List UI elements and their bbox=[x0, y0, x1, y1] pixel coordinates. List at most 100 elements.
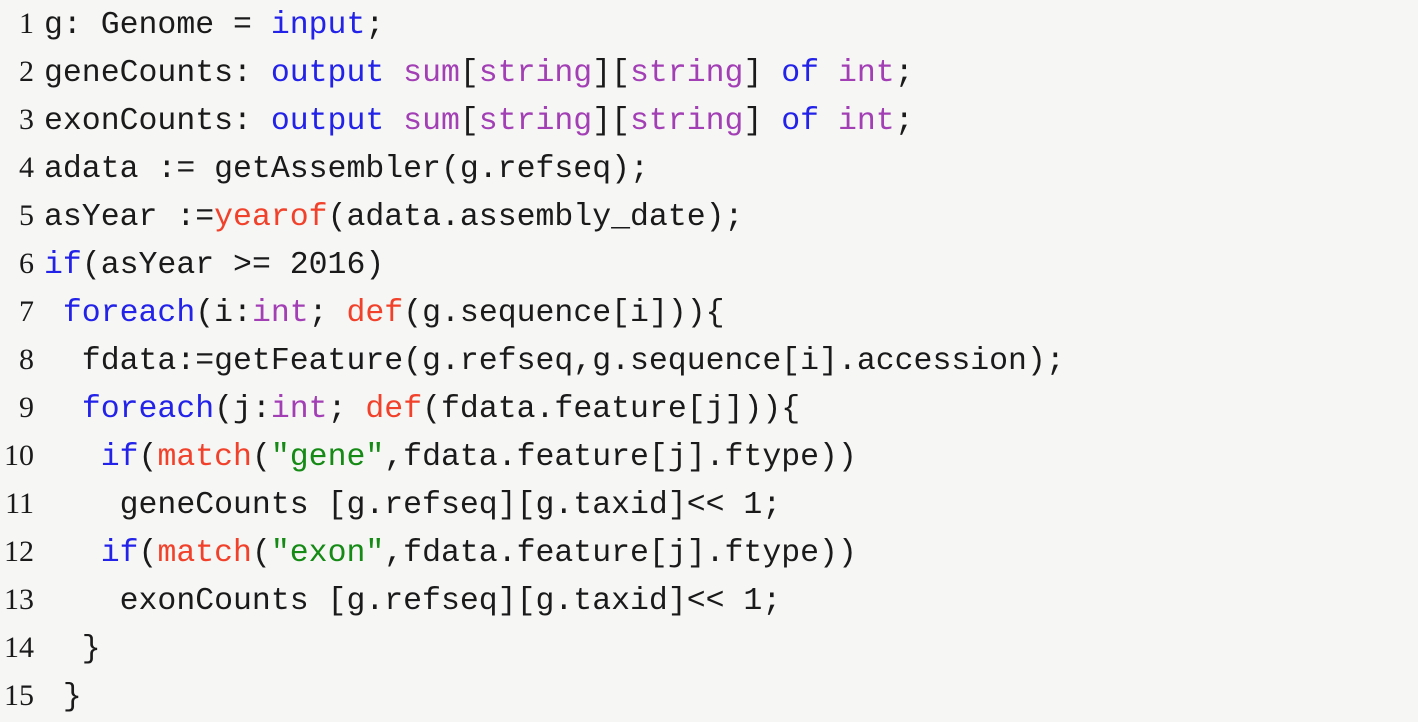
token-plain: (i: bbox=[195, 296, 252, 331]
code-line[interactable]: 10 if(match("gene",fdata.feature[j].ftyp… bbox=[0, 432, 1418, 480]
token-builtin: def bbox=[346, 296, 404, 331]
line-number: 3 bbox=[19, 103, 34, 136]
token-plain: } bbox=[44, 680, 82, 715]
line-number: 12 bbox=[4, 535, 34, 568]
code-line[interactable]: 12 if(match("exon",fdata.feature[j].ftyp… bbox=[0, 528, 1418, 576]
line-number: 6 bbox=[19, 247, 34, 280]
token-type: sum bbox=[403, 104, 460, 139]
token-keyword: output bbox=[270, 56, 385, 91]
line-number: 15 bbox=[4, 679, 34, 712]
token-builtin: def bbox=[365, 392, 423, 427]
token-plain: ] bbox=[592, 56, 612, 91]
token-plain: asYear := bbox=[44, 200, 215, 235]
token-type: string bbox=[630, 104, 744, 139]
token-keyword: input bbox=[270, 8, 366, 43]
line-number: 4 bbox=[19, 151, 34, 184]
line-code[interactable]: geneCounts [g.refseq][g.taxid]<< 1; bbox=[34, 482, 1418, 530]
token-plain: ,fdata.feature[j].ftype)) bbox=[384, 440, 857, 475]
token-plain: ( bbox=[251, 440, 271, 475]
code-listing: 1 g: Genome = input; 2 geneCounts: output s… bbox=[0, 0, 1418, 716]
token-plain: ] bbox=[592, 104, 612, 139]
line-number: 8 bbox=[19, 343, 34, 376]
token-plain: ( bbox=[138, 536, 158, 571]
token-keyword: if bbox=[100, 536, 139, 571]
code-line[interactable]: 15 } bbox=[0, 672, 1418, 720]
line-number: 2 bbox=[19, 55, 34, 88]
code-line[interactable]: 13 exonCounts [g.refseq][g.taxid]<< 1; bbox=[0, 576, 1418, 624]
token-plain: [ bbox=[459, 56, 479, 91]
token-plain: (j: bbox=[214, 392, 271, 427]
token-plain: (adata.assembly_date); bbox=[327, 200, 744, 235]
line-code[interactable]: } bbox=[34, 626, 1418, 674]
line-code[interactable]: if(match("exon",fdata.feature[j].ftype)) bbox=[34, 530, 1418, 578]
line-number: 11 bbox=[5, 487, 34, 520]
token-plain: ; bbox=[894, 56, 914, 91]
code-line[interactable]: 7 foreach(i:int; def(g.sequence[i])){ bbox=[0, 288, 1418, 336]
token-plain: [ bbox=[611, 104, 631, 139]
code-line[interactable]: 2 geneCounts: output sum[string][string] … bbox=[0, 48, 1418, 96]
line-code[interactable]: geneCounts: output sum[string][string] o… bbox=[34, 50, 1418, 98]
token-builtin: match bbox=[157, 536, 252, 571]
line-number: 9 bbox=[19, 391, 34, 424]
token-type: string bbox=[478, 104, 593, 139]
line-number: 14 bbox=[4, 631, 34, 664]
code-line[interactable]: 5 asYear :=yearof(adata.assembly_date); bbox=[0, 192, 1418, 240]
token-keyword: if bbox=[100, 440, 139, 475]
line-code[interactable]: foreach(i:int; def(g.sequence[i])){ bbox=[34, 290, 1418, 338]
token-keyword: of bbox=[781, 56, 820, 91]
token-type: int bbox=[251, 296, 309, 331]
token-plain: g: Genome = bbox=[44, 8, 271, 43]
token-plain: [ bbox=[459, 104, 479, 139]
line-code[interactable]: foreach(j:int; def(fdata.feature[j])){ bbox=[34, 386, 1418, 434]
token-type: int bbox=[270, 392, 328, 427]
line-code[interactable]: adata := getAssembler(g.refseq); bbox=[34, 146, 1418, 194]
line-code[interactable]: exonCounts: output sum[string][string] o… bbox=[34, 98, 1418, 146]
code-line[interactable]: 3 exonCounts: output sum[string][string] … bbox=[0, 96, 1418, 144]
token-plain: geneCounts: bbox=[44, 56, 271, 91]
code-line[interactable]: 11 geneCounts [g.refseq][g.taxid]<< 1; bbox=[0, 480, 1418, 528]
token-keyword: foreach bbox=[81, 392, 215, 427]
line-code[interactable]: asYear :=yearof(adata.assembly_date); bbox=[34, 194, 1418, 242]
code-line[interactable]: 6 if(asYear >= 2016) bbox=[0, 240, 1418, 288]
line-number: 7 bbox=[19, 295, 34, 328]
line-code[interactable]: if(asYear >= 2016) bbox=[34, 242, 1418, 290]
line-code[interactable]: g: Genome = input; bbox=[34, 2, 1418, 50]
token-plain: ,fdata.feature[j].ftype)) bbox=[384, 536, 857, 571]
line-number: 1 bbox=[19, 7, 34, 40]
token-type: string bbox=[630, 56, 744, 91]
code-line[interactable]: 4 adata := getAssembler(g.refseq); bbox=[0, 144, 1418, 192]
token-plain: ; bbox=[308, 296, 347, 331]
code-line[interactable]: 1 g: Genome = input; bbox=[0, 0, 1418, 48]
line-code[interactable]: exonCounts [g.refseq][g.taxid]<< 1; bbox=[34, 578, 1418, 626]
line-number: 5 bbox=[19, 199, 34, 232]
token-plain: ; bbox=[327, 392, 366, 427]
code-line[interactable]: 14 } bbox=[0, 624, 1418, 672]
token-builtin: yearof bbox=[214, 200, 328, 235]
token-plain: ] bbox=[743, 56, 763, 91]
token-plain: (fdata.feature[j])){ bbox=[422, 392, 801, 427]
code-line[interactable]: 8 fdata:=getFeature(g.refseq,g.sequence[… bbox=[0, 336, 1418, 384]
token-builtin: match bbox=[157, 440, 252, 475]
token-plain: fdata:=getFeature(g.refseq,g.sequence[i]… bbox=[44, 344, 1065, 379]
token-string: "gene" bbox=[270, 440, 385, 475]
line-code[interactable]: } bbox=[34, 674, 1418, 722]
token-plain: ; bbox=[894, 104, 914, 139]
code-line[interactable]: 9 foreach(j:int; def(fdata.feature[j])){ bbox=[0, 384, 1418, 432]
token-type: sum bbox=[403, 56, 460, 91]
line-code[interactable]: fdata:=getFeature(g.refseq,g.sequence[i]… bbox=[34, 338, 1418, 386]
token-type: int bbox=[837, 56, 895, 91]
token-plain: ] bbox=[743, 104, 763, 139]
token-plain: [ bbox=[611, 56, 631, 91]
token-plain: geneCounts [g.refseq][g.taxid]<< 1; bbox=[44, 488, 782, 523]
line-code[interactable]: if(match("gene",fdata.feature[j].ftype)) bbox=[34, 434, 1418, 482]
token-string: "exon" bbox=[270, 536, 385, 571]
token-type: string bbox=[478, 56, 593, 91]
